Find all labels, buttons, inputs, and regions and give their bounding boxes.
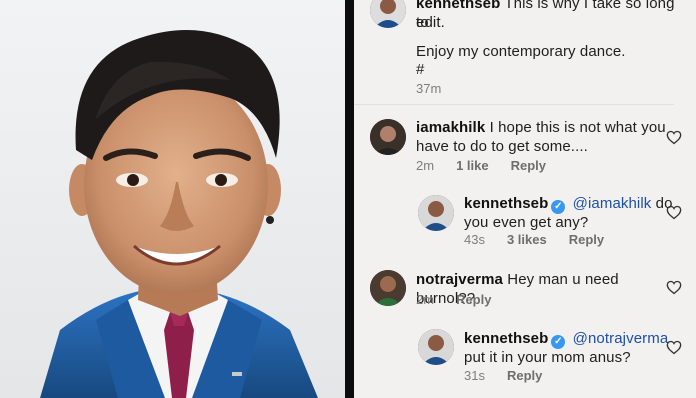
avatar[interactable] [418,329,454,365]
top-comment-line1: kennethseb This is why I take so long to [416,0,686,32]
comment-timestamp: 37m [416,81,442,96]
mention-link[interactable]: @iamakhilk [573,195,652,212]
comment-username[interactable]: notrajverma [416,271,503,288]
heart-icon[interactable] [666,205,682,220]
heart-icon[interactable] [666,340,682,355]
heart-icon[interactable] [666,280,682,295]
comment-timestamp: 2m [416,158,435,173]
comment-username[interactable]: kennethseb [464,330,548,347]
comment-username[interactable]: kennethseb [464,195,548,212]
comment-meta: 43s 3 likes Reply [464,232,604,247]
avatar[interactable] [370,119,406,155]
comment-text-line2: have to do to get some.... [416,138,588,155]
heart-icon[interactable] [666,130,682,145]
likes-count[interactable]: 3 likes [507,232,547,247]
reply-button[interactable]: Reply [507,368,542,383]
reply-text-line2: you even get any? [464,214,589,231]
reply-button[interactable]: Reply [511,158,546,173]
comment-text: I hope this is not what you [489,119,666,136]
comments-panel: kennethseb This is why I take so long to… [354,0,696,398]
likes-count[interactable]: 1 like [456,158,489,173]
comment-meta: 37m [416,81,441,96]
portrait-photo [0,0,345,398]
portrait-illustration [40,30,318,398]
comment-timestamp: 43s [464,232,485,247]
comment-username[interactable]: iamakhilk [416,119,485,136]
reply-button[interactable]: Reply [569,232,604,247]
verified-badge-icon: ✓ [551,335,566,349]
comment-meta: 2m Reply [416,292,491,307]
verified-badge-icon: ✓ [551,200,566,214]
avatar[interactable] [370,0,406,28]
mention-link[interactable]: @notrajverma [573,330,669,347]
separator [354,104,674,105]
avatar[interactable] [418,195,454,231]
reply-body: kennethseb ✓ @notrajverma [464,329,674,349]
top-comment-line4: # [416,61,425,78]
top-comment-line2: edit. [416,14,445,31]
reply-body: kennethseb ✓ @iamakhilk do [464,194,674,214]
comment-meta: 31s Reply [464,368,542,383]
avatar[interactable] [370,270,406,306]
comment-username[interactable]: kennethseb [416,0,500,12]
comment-timestamp: 31s [464,368,485,383]
comment-meta: 2m 1 like Reply [416,158,546,173]
divider [345,0,354,398]
top-comment-line3: Enjoy my contemporary dance. [416,43,626,60]
reply-text-line2: put it in your mom anus? [464,349,631,366]
comment-body: iamakhilk I hope this is not what you [416,118,671,137]
reply-button[interactable]: Reply [456,292,491,307]
comment-timestamp: 2m [416,292,435,307]
